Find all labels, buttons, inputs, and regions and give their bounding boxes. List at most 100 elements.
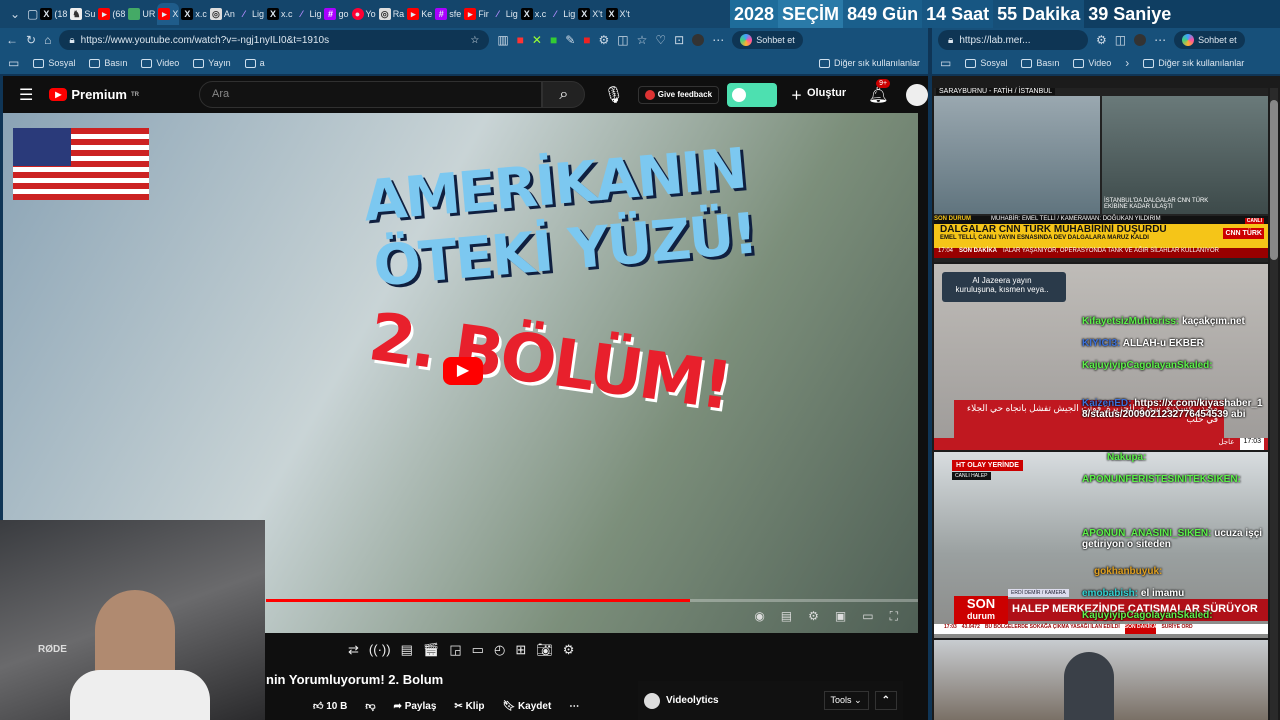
extension-icon[interactable]: ▥	[497, 33, 508, 47]
tab[interactable]: ⁄ Lig	[548, 3, 576, 25]
tab[interactable]: Xx.c	[180, 3, 208, 25]
menu-icon[interactable]: ☰	[19, 85, 33, 105]
tab[interactable]: X X't	[605, 3, 631, 25]
split-screen-icon[interactable]: ◫	[617, 33, 628, 47]
resize-icon[interactable]: ◲	[449, 642, 461, 658]
other-bookmarks[interactable]: Diğer sık kullanılanlar	[1143, 58, 1244, 69]
window-icon[interactable]: ▭	[472, 642, 484, 658]
screenshot-icon[interactable]: ⊡	[674, 33, 684, 47]
settings-icon[interactable]: ⚙	[808, 609, 819, 624]
extensions-puzzle-icon[interactable]: ⚙	[1096, 33, 1107, 47]
youtube-logo[interactable]: ▶ Premium TR	[49, 87, 139, 102]
progress-bar[interactable]	[266, 599, 918, 602]
tab[interactable]: X (18	[39, 3, 68, 25]
dislike-button[interactable]: 👎︎	[365, 700, 375, 712]
share-button[interactable]: ➦ Paylaş	[394, 701, 437, 712]
notice-popup[interactable]: Al Jazeera yayın kuruluşuna, kısmen veya…	[942, 272, 1066, 302]
speed-icon[interactable]: ◴	[494, 642, 505, 658]
bookmark-folder[interactable]: a	[244, 58, 265, 69]
tab[interactable]: Xx.c	[266, 3, 294, 25]
extension-icon[interactable]: ■	[550, 33, 557, 47]
tools-dropdown[interactable]: Tools ⌄	[823, 691, 869, 710]
tab[interactable]: ▸ Fir	[463, 3, 490, 25]
extension-icon[interactable]: ✕	[532, 33, 542, 47]
more-icon[interactable]: ⋯	[712, 33, 724, 47]
workspaces-icon[interactable]: ▢	[27, 7, 38, 21]
tab[interactable]: # go	[323, 3, 349, 25]
search-button[interactable]: ⌕	[542, 81, 586, 108]
profile-avatar[interactable]	[1134, 34, 1147, 46]
tab[interactable]: ● Yo	[351, 3, 377, 25]
audio-icon[interactable]: ((·))	[369, 642, 391, 658]
add-icon[interactable]: ⊞	[515, 642, 526, 658]
other-bookmarks[interactable]: Diğer sık kullanılanlar	[818, 58, 920, 69]
notifications-button[interactable]: 🔔︎ 9+	[868, 78, 891, 105]
bookmark-folder[interactable]: Video	[1073, 58, 1111, 69]
back-icon[interactable]: ←	[6, 33, 18, 47]
profile-avatar[interactable]	[692, 34, 705, 46]
tab[interactable]: # sfe	[434, 3, 462, 25]
copilot-button[interactable]: Sohbet et	[1174, 31, 1245, 49]
tab[interactable]: ◎ An	[209, 3, 236, 25]
bookmark-folder[interactable]: Sosyal	[33, 58, 75, 69]
extension-icon[interactable]: ✎	[565, 33, 575, 47]
url-field[interactable]: 🔒︎ https://www.youtube.com/watch?v=-ngj1n…	[59, 30, 490, 50]
save-button[interactable]: 🔖︎ Kaydet	[502, 701, 551, 712]
tab[interactable]: ⁄ Lig	[491, 3, 519, 25]
extension-toggle-button[interactable]	[727, 82, 777, 107]
subtitles-icon[interactable]: ▤	[781, 609, 792, 624]
url-field[interactable]: 🔒︎ https://lab.mer...	[938, 30, 1088, 50]
like-button[interactable]: 👍︎ 10 B	[313, 700, 347, 712]
collections-icon[interactable]: ▭	[8, 56, 19, 70]
playlist-icon[interactable]: ▤	[401, 642, 413, 658]
home-icon[interactable]: ⌂	[44, 33, 51, 47]
tab[interactable]: ⁄ Lig	[237, 3, 265, 25]
extension-icon[interactable]: ■	[517, 33, 524, 47]
tab-active-youtube[interactable]: ▸ X	[157, 3, 180, 25]
create-button[interactable]: ＋ Oluştur	[791, 87, 846, 103]
search-input[interactable]: Ara	[198, 81, 543, 108]
fullscreen-icon[interactable]: ⛶	[890, 609, 898, 624]
tab[interactable]: ▸ (68	[97, 3, 126, 25]
bookmark-folder[interactable]: Basın	[1021, 58, 1059, 69]
split-screen-icon[interactable]: ◫	[1115, 33, 1126, 47]
refresh-icon[interactable]: ↻	[26, 33, 36, 47]
theater-mode-icon[interactable]: ▭	[862, 609, 873, 624]
chevron-right-icon[interactable]: ›	[1125, 56, 1129, 70]
tab[interactable]: ◎ Ra	[378, 3, 406, 25]
copilot-button[interactable]: Sohbet et	[732, 31, 803, 49]
tab[interactable]: Xx.c	[520, 3, 548, 25]
bookmark-folder[interactable]: Video	[141, 58, 179, 69]
account-avatar[interactable]	[906, 83, 928, 106]
bell-icon: 🔔︎	[868, 86, 889, 104]
microphone-icon[interactable]: 🎙︎	[603, 85, 623, 105]
star-icon[interactable]: ☆	[470, 35, 479, 46]
more-actions-button[interactable]: ⋯	[569, 701, 579, 712]
miniplayer-icon[interactable]: ▣	[835, 609, 846, 624]
collections-icon[interactable]: ▭	[940, 56, 951, 70]
give-feedback-button[interactable]: Give feedback	[637, 85, 720, 104]
favorites-icon[interactable]: ☆	[637, 33, 648, 47]
collapse-button[interactable]: ⌃	[874, 691, 897, 710]
tab[interactable]: ♞ Su	[69, 3, 96, 25]
tab-list-chevron-icon[interactable]: ⌄	[4, 7, 26, 21]
bookmark-folder[interactable]: Basın	[89, 58, 127, 69]
more-icon[interactable]: ⋯	[1154, 33, 1166, 47]
scrollbar[interactable]	[1270, 88, 1278, 720]
autoplay-toggle[interactable]: ◉	[754, 609, 764, 624]
health-icon[interactable]: ♡	[655, 33, 666, 47]
clip-button[interactable]: ✂ Klip	[454, 701, 484, 712]
tab[interactable]: ⁄ Lig	[294, 3, 322, 25]
tab[interactable]: UR	[127, 3, 156, 25]
play-button[interactable]: ▶	[443, 357, 483, 385]
camera-icon[interactable]: 📷︎	[536, 642, 553, 658]
tab[interactable]: X X't	[577, 3, 603, 25]
extensions-puzzle-icon[interactable]: ⚙	[599, 33, 610, 47]
bookmark-folder[interactable]: Yayın	[193, 58, 231, 69]
bookmark-folder[interactable]: Sosyal	[965, 58, 1007, 69]
gear-icon[interactable]: ⚙	[563, 642, 575, 658]
extension-icon[interactable]: ■	[583, 33, 590, 47]
clapper-icon[interactable]: 🎬︎	[423, 642, 440, 658]
tab[interactable]: ▸ Ke	[406, 3, 433, 25]
loop-icon[interactable]: ⇄	[348, 642, 359, 658]
